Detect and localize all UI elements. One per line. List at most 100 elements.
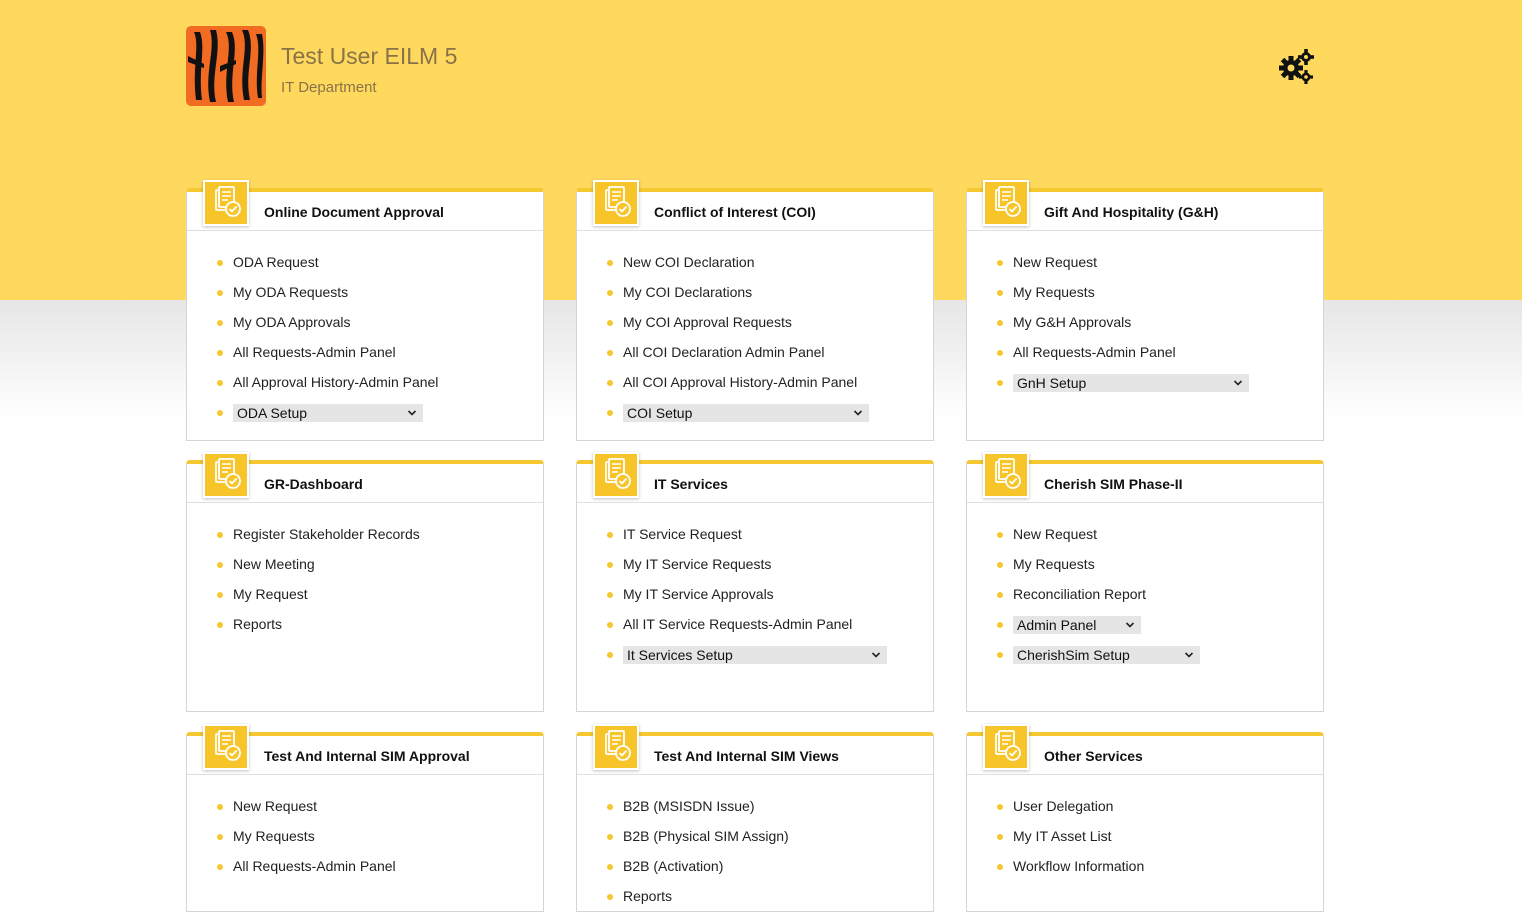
user-name: Test User EILM 5: [281, 43, 458, 69]
menu-link[interactable]: ODA Request: [233, 254, 319, 270]
menu-link[interactable]: All COI Declaration Admin Panel: [623, 344, 825, 360]
menu-link[interactable]: New Request: [1013, 526, 1097, 542]
document-check-icon: [593, 452, 639, 498]
menu-link[interactable]: Register Stakeholder Records: [233, 526, 420, 542]
menu-link[interactable]: All IT Service Requests-Admin Panel: [623, 616, 852, 632]
setup-dropdown[interactable]: COI Setup: [623, 404, 869, 423]
list-item: Reconciliation Report: [997, 579, 1323, 609]
menu-link[interactable]: All COI Approval History-Admin Panel: [623, 374, 857, 390]
card-link-list: ODA Request My ODA Requests My ODA Approva…: [187, 231, 543, 427]
card-title: Test And Internal SIM Views: [654, 748, 839, 764]
list-item: All Approval History-Admin Panel: [217, 367, 543, 397]
menu-link[interactable]: New COI Declaration: [623, 254, 755, 270]
list-item: New Request: [217, 791, 543, 821]
card-title: IT Services: [654, 476, 728, 492]
menu-link[interactable]: My COI Approval Requests: [623, 314, 792, 330]
setup-dropdown[interactable]: GnH Setup: [1013, 374, 1249, 393]
list-item: COI Setup: [607, 397, 933, 427]
menu-link[interactable]: New Meeting: [233, 556, 315, 572]
menu-link[interactable]: User Delegation: [1013, 798, 1113, 814]
chevron-down-icon: [871, 646, 881, 669]
chevron-down-icon: [853, 404, 863, 427]
document-check-icon: [983, 724, 1029, 770]
card-header: Cherish SIM Phase-II: [967, 452, 1323, 503]
menu-link[interactable]: Workflow Information: [1013, 858, 1144, 874]
menu-link[interactable]: B2B (Activation): [623, 858, 723, 874]
list-item: Register Stakeholder Records: [217, 519, 543, 549]
page-header: Test User EILM 5 IT Department: [186, 26, 1326, 106]
card-title: Gift And Hospitality (G&H): [1044, 204, 1219, 220]
service-card: Test And Internal SIM Approval New Reques…: [186, 724, 544, 912]
card-header: IT Services: [577, 452, 933, 503]
menu-link[interactable]: My ODA Requests: [233, 284, 348, 300]
menu-link[interactable]: All Requests-Admin Panel: [233, 344, 396, 360]
list-item: Admin Panel: [997, 609, 1323, 639]
list-item: All Requests-Admin Panel: [997, 337, 1323, 367]
menu-link[interactable]: All Requests-Admin Panel: [233, 858, 396, 874]
list-item: User Delegation: [997, 791, 1323, 821]
menu-link[interactable]: My IT Service Requests: [623, 556, 771, 572]
menu-link[interactable]: Reconciliation Report: [1013, 586, 1146, 602]
menu-link[interactable]: My ODA Approvals: [233, 314, 351, 330]
card-link-list: Register Stakeholder Records New Meeting M…: [187, 503, 543, 639]
chevron-down-icon: [407, 404, 417, 427]
menu-link[interactable]: All Requests-Admin Panel: [1013, 344, 1176, 360]
menu-link[interactable]: My Requests: [1013, 556, 1095, 572]
menu-link[interactable]: My IT Service Approvals: [623, 586, 774, 602]
list-item: My IT Asset List: [997, 821, 1323, 851]
setup-dropdown[interactable]: Admin Panel: [1013, 616, 1141, 635]
menu-link[interactable]: My Requests: [1013, 284, 1095, 300]
card-header: Gift And Hospitality (G&H): [967, 180, 1323, 231]
list-item: All IT Service Requests-Admin Panel: [607, 609, 933, 639]
list-item: It Services Setup: [607, 639, 933, 669]
dropdown-value: CherishSim Setup: [1017, 647, 1130, 664]
menu-link[interactable]: My IT Asset List: [1013, 828, 1112, 844]
card-link-list: IT Service Request My IT Service Requests…: [577, 503, 933, 669]
list-item: New Request: [997, 519, 1323, 549]
menu-link[interactable]: My COI Declarations: [623, 284, 752, 300]
setup-dropdown[interactable]: It Services Setup: [623, 646, 887, 665]
list-item: My Requests: [997, 277, 1323, 307]
service-card: Conflict of Interest (COI) New COI Declar…: [576, 180, 934, 441]
setup-dropdown[interactable]: CherishSim Setup: [1013, 646, 1200, 665]
service-card: Gift And Hospitality (G&H) New Request My …: [966, 180, 1324, 441]
menu-link[interactable]: All Approval History-Admin Panel: [233, 374, 438, 390]
service-card: Cherish SIM Phase-II New Request My Reques…: [966, 452, 1324, 712]
list-item: B2B (Physical SIM Assign): [607, 821, 933, 851]
service-card: Other Services User Delegation My IT Asset…: [966, 724, 1324, 912]
menu-link[interactable]: My Request: [233, 586, 308, 602]
list-item: IT Service Request: [607, 519, 933, 549]
list-item: New Meeting: [217, 549, 543, 579]
menu-link[interactable]: Reports: [623, 888, 672, 904]
gears-icon[interactable]: [1277, 48, 1315, 84]
tiger-stripes-logo: [186, 26, 266, 106]
menu-link[interactable]: Reports: [233, 616, 282, 632]
menu-link[interactable]: My G&H Approvals: [1013, 314, 1131, 330]
card-header: Other Services: [967, 724, 1323, 775]
card-title: Conflict of Interest (COI): [654, 204, 816, 220]
list-item: My IT Service Approvals: [607, 579, 933, 609]
menu-link[interactable]: New Request: [1013, 254, 1097, 270]
card-title: GR-Dashboard: [264, 476, 363, 492]
dropdown-value: Admin Panel: [1017, 617, 1097, 634]
card-title: Test And Internal SIM Approval: [264, 748, 470, 764]
list-item: All COI Declaration Admin Panel: [607, 337, 933, 367]
list-item: ODA Request: [217, 247, 543, 277]
menu-link[interactable]: B2B (MSISDN Issue): [623, 798, 754, 814]
menu-link[interactable]: New Request: [233, 798, 317, 814]
document-check-icon: [203, 724, 249, 770]
card-link-list: New COI Declaration My COI Declarations My…: [577, 231, 933, 427]
document-check-icon: [983, 452, 1029, 498]
dropdown-value: COI Setup: [627, 405, 693, 422]
list-item: My ODA Approvals: [217, 307, 543, 337]
menu-link[interactable]: B2B (Physical SIM Assign): [623, 828, 789, 844]
list-item: My IT Service Requests: [607, 549, 933, 579]
setup-dropdown[interactable]: ODA Setup: [233, 404, 423, 423]
list-item: My COI Declarations: [607, 277, 933, 307]
menu-link[interactable]: IT Service Request: [623, 526, 742, 542]
list-item: ODA Setup: [217, 397, 543, 427]
card-link-list: New Request My Requests My G&H Approvals Al…: [967, 231, 1323, 397]
menu-link[interactable]: My Requests: [233, 828, 315, 844]
document-check-icon: [983, 180, 1029, 226]
list-item: Workflow Information: [997, 851, 1323, 881]
